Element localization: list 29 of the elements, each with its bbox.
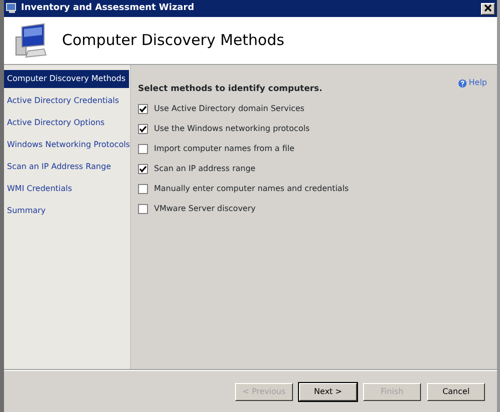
wizard-button[interactable]: Next > [299, 382, 357, 400]
checkbox[interactable] [138, 124, 148, 134]
sidebar-item[interactable]: WMI Credentials [4, 180, 129, 198]
checkbox-option[interactable]: Use Active Directory domain Services [138, 102, 497, 115]
checkbox-option[interactable]: Manually enter computer names and credentials [138, 182, 497, 195]
checkbox[interactable] [138, 204, 148, 214]
page-title: Computer Discovery Methods [62, 30, 284, 52]
wizard-button[interactable]: Cancel [427, 382, 485, 400]
sidebar-item[interactable]: Scan an IP Address Range [4, 158, 129, 176]
checkbox[interactable] [138, 144, 148, 154]
section-heading: Select methods to identify computers. [138, 83, 324, 96]
close-button[interactable] [481, 2, 495, 14]
checkbox-option[interactable]: VMware Server discovery [138, 202, 497, 215]
checkbox-option[interactable]: Use the Windows networking protocols [138, 122, 497, 135]
app-icon [6, 3, 18, 14]
window-title: Inventory and Assessment Wizard [21, 2, 194, 15]
checkbox[interactable] [138, 184, 148, 194]
sidebar-item[interactable]: Active Directory Credentials [4, 92, 129, 110]
sidebar-item[interactable]: Summary [4, 202, 129, 220]
sidebar-item[interactable]: Active Directory Options [4, 114, 129, 132]
help-icon [458, 78, 467, 88]
checkbox[interactable] [138, 104, 148, 114]
checkbox-option[interactable]: Import computer names from a file [138, 142, 497, 155]
sidebar-item[interactable]: Computer Discovery Methods [4, 70, 129, 88]
sidebar-item[interactable]: Windows Networking Protocols [4, 136, 129, 154]
computer-icon [14, 22, 48, 58]
checkbox[interactable] [138, 164, 148, 174]
checkbox-option[interactable]: Scan an IP address range [138, 162, 497, 175]
help-link[interactable]: Help [458, 77, 487, 89]
